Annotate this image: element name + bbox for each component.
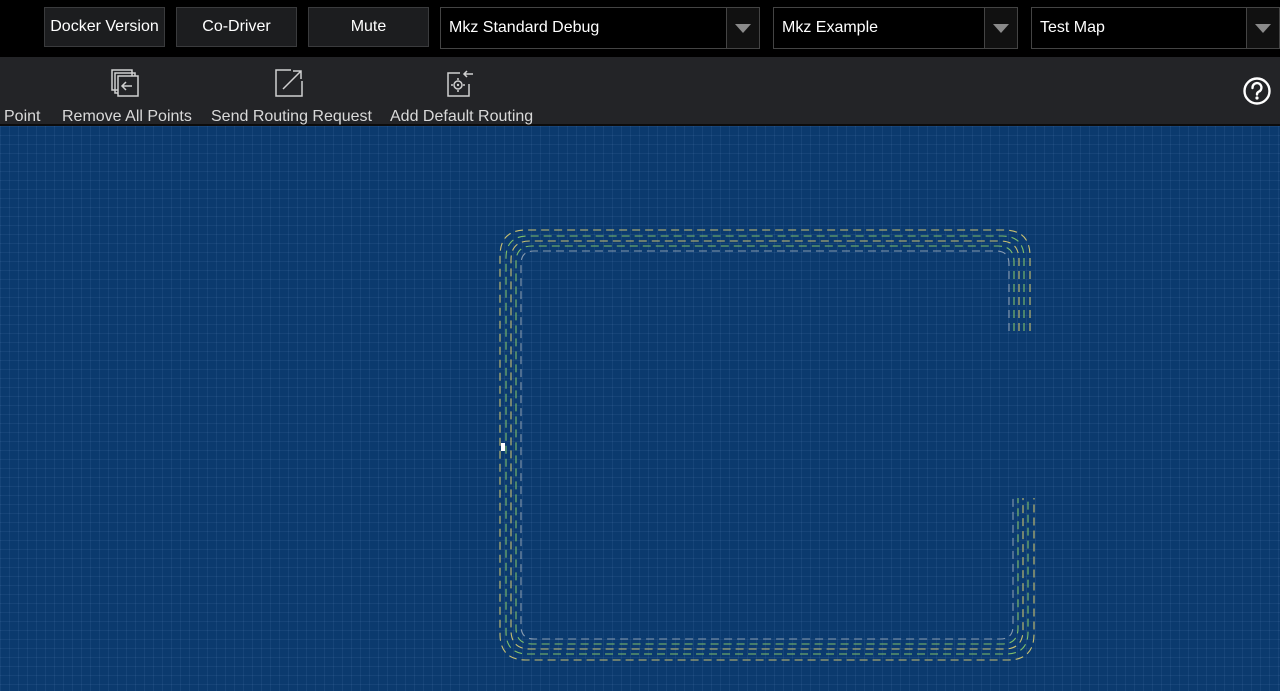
mode-select[interactable]: Mkz Standard Debug: [440, 7, 760, 49]
tool-remove-all-points-label: Remove All Points: [62, 108, 192, 125]
docker-version-button[interactable]: Docker Version: [44, 7, 165, 47]
road-lanes-layer: [499, 229, 1035, 661]
mute-button[interactable]: Mute: [308, 7, 429, 47]
lane-line: [505, 235, 1029, 655]
vehicle-select-value: Mkz Example: [782, 19, 879, 36]
lane-line: [520, 250, 1014, 640]
chevron-down-icon[interactable]: [984, 8, 1017, 48]
mode-select-value: Mkz Standard Debug: [449, 19, 600, 36]
co-driver-button[interactable]: Co-Driver: [176, 7, 297, 47]
map-view[interactable]: [0, 126, 1280, 691]
app-window: Docker Version Co-Driver Mute Mkz Standa…: [0, 0, 1280, 691]
map-select[interactable]: Test Map: [1031, 7, 1280, 49]
chevron-down-icon[interactable]: [726, 8, 759, 48]
header-bar: Docker Version Co-Driver Mute Mkz Standa…: [0, 0, 1280, 57]
tool-send-routing-request-label: Send Routing Request: [211, 108, 372, 125]
remove-all-points-icon: [111, 69, 139, 97]
lane-line: [499, 229, 1035, 661]
vehicle-select[interactable]: Mkz Example: [773, 7, 1018, 49]
tool-point[interactable]: Point: [0, 57, 46, 125]
tool-add-default-routing-label: Add Default Routing: [390, 108, 534, 125]
routing-toolbar: Point Remove All Points Send Routing Req…: [0, 57, 1280, 126]
add-default-routing-icon: [447, 70, 473, 97]
map-select-value: Test Map: [1040, 19, 1105, 36]
chevron-down-icon[interactable]: [1246, 8, 1279, 48]
tool-send-routing-request[interactable]: Send Routing Request: [206, 57, 376, 125]
question-circle-icon[interactable]: [1242, 76, 1272, 106]
lane-line: [510, 240, 1024, 650]
send-routing-request-icon: [275, 69, 303, 97]
tool-remove-all-points[interactable]: Remove All Points: [56, 57, 196, 125]
vehicle-marker: [501, 443, 505, 451]
tool-point-label: Point: [4, 108, 41, 125]
lane-line: [515, 245, 1019, 645]
tool-add-default-routing[interactable]: Add Default Routing: [386, 57, 538, 125]
